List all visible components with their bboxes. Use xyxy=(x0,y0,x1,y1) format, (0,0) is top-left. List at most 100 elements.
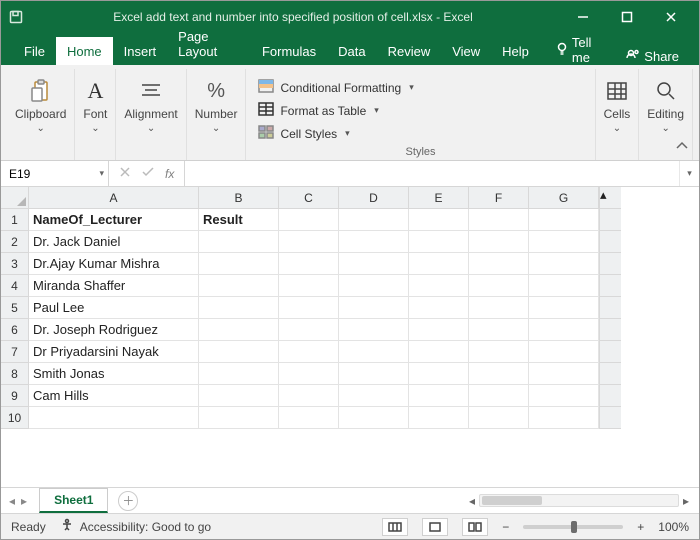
grid[interactable]: A B C D E F G ▴ 1 NameOf_Lecturer Result… xyxy=(1,187,699,429)
chevron-right-icon[interactable]: ▸ xyxy=(683,494,689,508)
cell[interactable] xyxy=(339,341,409,363)
cell[interactable] xyxy=(409,341,469,363)
cell[interactable] xyxy=(529,407,599,429)
conditional-formatting-button[interactable]: Conditional Formatting▾ xyxy=(254,77,417,98)
col-header-b[interactable]: B xyxy=(199,187,279,209)
accessibility-status[interactable]: Accessibility: Good to go xyxy=(60,518,211,535)
chevron-right-icon[interactable]: ▸ xyxy=(21,494,27,508)
cell[interactable] xyxy=(529,297,599,319)
expand-formula-bar-button[interactable]: ▾ xyxy=(679,161,699,186)
row-header[interactable]: 10 xyxy=(1,407,29,429)
cell[interactable] xyxy=(199,385,279,407)
cell-a8[interactable]: Smith Jonas xyxy=(29,363,199,385)
vscroll-track[interactable] xyxy=(599,363,621,385)
cell[interactable] xyxy=(469,231,529,253)
vscroll-track[interactable] xyxy=(599,231,621,253)
row-header[interactable]: 3 xyxy=(1,253,29,275)
cell[interactable] xyxy=(529,385,599,407)
vscroll-track[interactable] xyxy=(599,253,621,275)
horizontal-scrollbar[interactable]: ◂ ▸ xyxy=(138,494,699,508)
col-header-c[interactable]: C xyxy=(279,187,339,209)
cell[interactable] xyxy=(199,275,279,297)
number-button[interactable]: % Number ⌄ xyxy=(195,71,238,134)
cell-a5[interactable]: Paul Lee xyxy=(29,297,199,319)
row-header[interactable]: 9 xyxy=(1,385,29,407)
cell[interactable] xyxy=(279,407,339,429)
chevron-left-icon[interactable]: ◂ xyxy=(469,494,475,508)
cell[interactable] xyxy=(199,253,279,275)
save-icon[interactable] xyxy=(7,10,25,24)
sheet-tab-sheet1[interactable]: Sheet1 xyxy=(39,488,108,513)
cell[interactable] xyxy=(339,297,409,319)
cell[interactable] xyxy=(469,253,529,275)
cell[interactable] xyxy=(529,319,599,341)
cell-a2[interactable]: Dr. Jack Daniel xyxy=(29,231,199,253)
zoom-slider[interactable] xyxy=(523,525,623,529)
vscroll-track[interactable] xyxy=(599,341,621,363)
vscroll-up[interactable]: ▴ xyxy=(599,187,621,209)
cell[interactable] xyxy=(279,363,339,385)
hscroll-thumb[interactable] xyxy=(482,496,542,505)
chevron-left-icon[interactable]: ◂ xyxy=(9,494,15,508)
cell-a6[interactable]: Dr. Joseph Rodriguez xyxy=(29,319,199,341)
view-page-layout-button[interactable] xyxy=(422,518,448,536)
font-button[interactable]: A Font ⌄ xyxy=(83,71,107,134)
enter-formula-button[interactable] xyxy=(141,165,155,183)
row-header[interactable]: 8 xyxy=(1,363,29,385)
cell[interactable] xyxy=(469,319,529,341)
cell[interactable] xyxy=(409,253,469,275)
sheet-nav[interactable]: ◂ ▸ xyxy=(1,494,35,508)
zoom-knob[interactable] xyxy=(571,521,577,533)
col-header-d[interactable]: D xyxy=(339,187,409,209)
cell[interactable] xyxy=(529,209,599,231)
cell-a3[interactable]: Dr.Ajay Kumar Mishra xyxy=(29,253,199,275)
cell[interactable] xyxy=(409,231,469,253)
vscroll-track[interactable] xyxy=(599,209,621,231)
row-header[interactable]: 6 xyxy=(1,319,29,341)
row-header[interactable]: 5 xyxy=(1,297,29,319)
cell[interactable] xyxy=(409,297,469,319)
cell[interactable] xyxy=(469,385,529,407)
cell[interactable] xyxy=(339,209,409,231)
row-header[interactable]: 1 xyxy=(1,209,29,231)
cell[interactable] xyxy=(339,319,409,341)
tab-view[interactable]: View xyxy=(441,37,491,65)
cell[interactable] xyxy=(409,385,469,407)
col-header-g[interactable]: G xyxy=(529,187,599,209)
cell[interactable] xyxy=(409,363,469,385)
cell[interactable] xyxy=(279,297,339,319)
close-button[interactable] xyxy=(649,1,693,33)
cell[interactable] xyxy=(199,231,279,253)
cell-b1[interactable]: Result xyxy=(199,209,279,231)
tab-file[interactable]: File xyxy=(13,37,56,65)
add-sheet-button[interactable]: ＋ xyxy=(118,491,138,511)
zoom-out-button[interactable]: − xyxy=(502,520,509,534)
zoom-level[interactable]: 100% xyxy=(658,520,689,534)
view-page-break-button[interactable] xyxy=(462,518,488,536)
cell[interactable] xyxy=(339,275,409,297)
cell[interactable] xyxy=(529,363,599,385)
col-header-e[interactable]: E xyxy=(409,187,469,209)
maximize-button[interactable] xyxy=(605,1,649,33)
cell[interactable] xyxy=(279,385,339,407)
name-box[interactable]: E19 ▾ xyxy=(1,161,109,186)
row-header[interactable]: 7 xyxy=(1,341,29,363)
vscroll-track[interactable] xyxy=(599,319,621,341)
cell[interactable] xyxy=(409,319,469,341)
cell[interactable] xyxy=(279,253,339,275)
cell[interactable] xyxy=(279,341,339,363)
tab-formulas[interactable]: Formulas xyxy=(251,37,327,65)
cell[interactable] xyxy=(199,341,279,363)
cells-button[interactable]: Cells ⌄ xyxy=(604,71,631,134)
cell[interactable] xyxy=(199,363,279,385)
cell-a4[interactable]: Miranda Shaffer xyxy=(29,275,199,297)
vscroll-track[interactable] xyxy=(599,385,621,407)
fx-button[interactable]: fx xyxy=(165,167,174,181)
zoom-in-button[interactable]: + xyxy=(637,520,644,534)
cell[interactable] xyxy=(339,253,409,275)
tab-help[interactable]: Help xyxy=(491,37,540,65)
cell[interactable] xyxy=(529,253,599,275)
cell[interactable] xyxy=(199,297,279,319)
share-button[interactable]: Share xyxy=(614,48,691,65)
collapse-ribbon-button[interactable] xyxy=(675,140,689,154)
